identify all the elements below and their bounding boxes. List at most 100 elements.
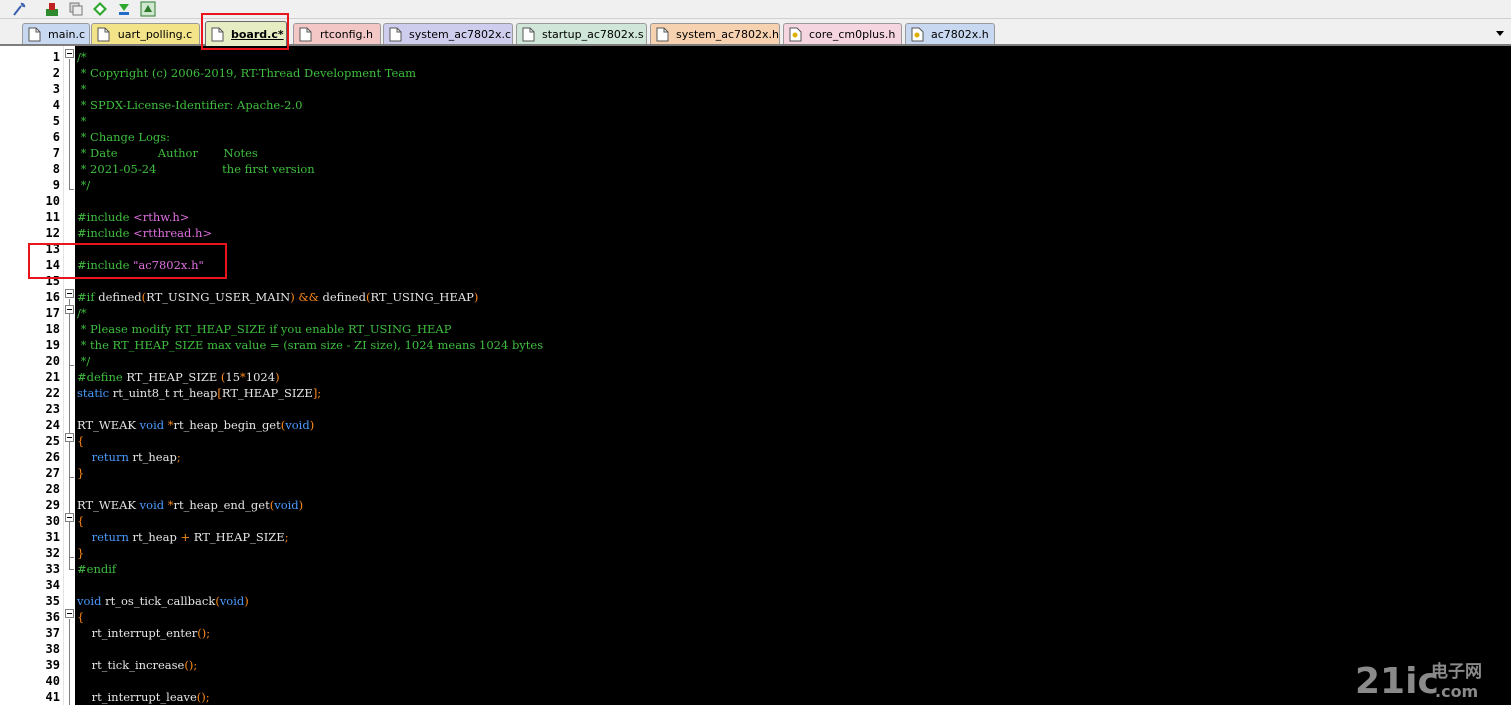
load-icon[interactable] (44, 1, 60, 17)
code-text[interactable]: * SPDX-License-Identifier: Apache-2.0 (77, 97, 303, 113)
code-line[interactable]: 35 void rt_os_tick_callback(void) (0, 593, 1511, 609)
code-text[interactable]: return rt_heap + RT_HEAP_SIZE; (77, 529, 289, 545)
code-line[interactable]: 39 rt_tick_increase(); (0, 657, 1511, 673)
tab-system-ac7802x-h[interactable]: system_ac7802x.h (650, 23, 780, 44)
code-line[interactable]: 18 * Please modify RT_HEAP_SIZE if you e… (0, 321, 1511, 337)
code-line[interactable]: 27} (0, 465, 1511, 481)
code-text[interactable]: * Change Logs: (77, 129, 170, 145)
diamond-icon[interactable] (92, 1, 108, 17)
code-line[interactable]: 19 * the RT_HEAP_SIZE max value = (sram … (0, 337, 1511, 353)
tab-uart-polling-c[interactable]: uart_polling.c (91, 23, 200, 44)
code-line[interactable]: 5 * (0, 113, 1511, 129)
code-text[interactable]: * (77, 81, 87, 97)
code-line[interactable]: 25 { (0, 433, 1511, 449)
code-line[interactable]: 1 /* (0, 49, 1511, 65)
code-line[interactable]: 20 */ (0, 353, 1511, 369)
code-line[interactable]: 6 * Change Logs: (0, 129, 1511, 145)
code-text[interactable]: { (77, 433, 84, 449)
code-line[interactable]: 8 * 2021-05-24 the first version (0, 161, 1511, 177)
code-line[interactable]: 40 (0, 673, 1511, 689)
tab-label: system_ac7802x.c (409, 27, 512, 41)
code-text[interactable]: * the RT_HEAP_SIZE max value = (sram siz… (77, 337, 544, 353)
code-line[interactable]: 37 rt_interrupt_enter(); (0, 625, 1511, 641)
file-icon (299, 27, 312, 41)
code-text[interactable]: * (77, 113, 87, 129)
code-line[interactable]: 9 */ (0, 177, 1511, 193)
code-line[interactable]: 41 rt_interrupt_leave(); (0, 689, 1511, 705)
code-text[interactable]: void rt_os_tick_callback(void) (77, 593, 249, 609)
code-text[interactable]: rt_interrupt_enter(); (77, 625, 211, 641)
fold-toggle-icon[interactable] (65, 305, 74, 314)
fold-toggle-icon[interactable] (65, 49, 74, 58)
code-text[interactable]: /* (77, 305, 87, 321)
code-text[interactable]: { (77, 513, 84, 529)
code-editor[interactable]: 1/* 2 * Copyright (c) 2006-2019, RT-Threa… (0, 46, 1511, 705)
code-line[interactable]: 33 #endif (0, 561, 1511, 577)
file-icon (97, 27, 110, 41)
tab-system-ac7802x-c[interactable]: system_ac7802x.c (383, 23, 513, 44)
code-line[interactable]: 3 * (0, 81, 1511, 97)
tab-startup-ac7802x-s[interactable]: startup_ac7802x.s (516, 23, 647, 44)
code-text[interactable]: return rt_heap; (77, 449, 181, 465)
line-number: 4 (52, 98, 60, 112)
code-line[interactable]: 7 * Date Author Notes (0, 145, 1511, 161)
code-text[interactable]: } (77, 545, 84, 561)
tab-main-c[interactable]: main.c (22, 23, 90, 44)
code-line[interactable]: 31 return rt_heap + RT_HEAP_SIZE; (0, 529, 1511, 545)
code-text[interactable]: #if defined(RT_USING_USER_MAIN) && defin… (77, 289, 478, 305)
code-line[interactable]: 10 (0, 193, 1511, 209)
code-text[interactable]: #include <rthw.h> (77, 209, 189, 225)
code-text[interactable]: * Date Author Notes (77, 145, 258, 161)
fold-toggle-icon[interactable] (65, 513, 74, 522)
code-text[interactable]: */ (77, 353, 91, 369)
code-text[interactable]: * 2021-05-24 the first version (77, 161, 315, 177)
fold-toggle-icon[interactable] (65, 433, 74, 442)
code-line[interactable]: 28 (0, 481, 1511, 497)
copy-icon[interactable] (68, 1, 84, 17)
code-text[interactable]: static rt_uint8_t rt_heap[RT_HEAP_SIZE]; (77, 385, 321, 401)
tab-ac7802x-h[interactable]: ac7802x.h (905, 23, 995, 44)
build-wand-icon[interactable] (12, 1, 28, 17)
code-token: /* (77, 306, 87, 320)
fold-toggle-icon[interactable] (65, 609, 74, 618)
code-line[interactable]: 22 static rt_uint8_t rt_heap[RT_HEAP_SIZE… (0, 385, 1511, 401)
code-line[interactable]: 11 #include <rthw.h> (0, 209, 1511, 225)
code-token: ) (473, 290, 479, 304)
code-line[interactable]: 12 #include <rtthread.h> (0, 225, 1511, 241)
code-line[interactable]: 38 (0, 641, 1511, 657)
code-line[interactable]: 26 return rt_heap; (0, 449, 1511, 465)
code-line[interactable]: 17 /* (0, 305, 1511, 321)
code-line[interactable]: 24 RT_WEAK void *rt_heap_begin_get(void) (0, 417, 1511, 433)
code-text[interactable]: } (77, 465, 84, 481)
code-text[interactable]: */ (77, 177, 91, 193)
code-line[interactable]: 2 * Copyright (c) 2006-2019, RT-Thread D… (0, 65, 1511, 81)
code-text[interactable]: * Copyright (c) 2006-2019, RT-Thread Dev… (77, 65, 416, 81)
code-text[interactable]: * Please modify RT_HEAP_SIZE if you enab… (77, 321, 452, 337)
code-text[interactable]: RT_WEAK void *rt_heap_begin_get(void) (77, 417, 314, 433)
code-text[interactable]: #define RT_HEAP_SIZE (15*1024) (77, 369, 280, 385)
code-line[interactable]: 4 * SPDX-License-Identifier: Apache-2.0 (0, 97, 1511, 113)
code-text[interactable]: #include <rtthread.h> (77, 225, 212, 241)
code-line[interactable]: 32} (0, 545, 1511, 561)
code-text[interactable]: RT_WEAK void *rt_heap_end_get(void) (77, 497, 303, 513)
fold-toggle-icon[interactable] (65, 289, 74, 298)
manage-icon[interactable] (140, 1, 156, 17)
code-token: void (219, 594, 245, 608)
code-line[interactable]: 30 { (0, 513, 1511, 529)
tab-list-dropdown-icon[interactable] (1495, 28, 1505, 38)
code-text[interactable]: rt_tick_increase(); (77, 657, 198, 673)
code-line[interactable]: 23 (0, 401, 1511, 417)
code-text[interactable]: #endif (77, 561, 116, 577)
download-icon[interactable] (116, 1, 132, 17)
code-text[interactable]: rt_interrupt_leave(); (77, 689, 210, 705)
code-line[interactable]: 34 (0, 577, 1511, 593)
line-number: 26 (45, 450, 60, 464)
tab-rtconfig-h[interactable]: rtconfig.h (293, 23, 381, 44)
code-line[interactable]: 36 { (0, 609, 1511, 625)
code-text[interactable]: { (77, 609, 84, 625)
code-line[interactable]: 16 #if defined(RT_USING_USER_MAIN) && def… (0, 289, 1511, 305)
code-line[interactable]: 21 #define RT_HEAP_SIZE (15*1024) (0, 369, 1511, 385)
code-line[interactable]: 29 RT_WEAK void *rt_heap_end_get(void) (0, 497, 1511, 513)
tab-core-cm0plus-h[interactable]: core_cm0plus.h (783, 23, 902, 44)
code-text[interactable]: /* (77, 49, 87, 65)
